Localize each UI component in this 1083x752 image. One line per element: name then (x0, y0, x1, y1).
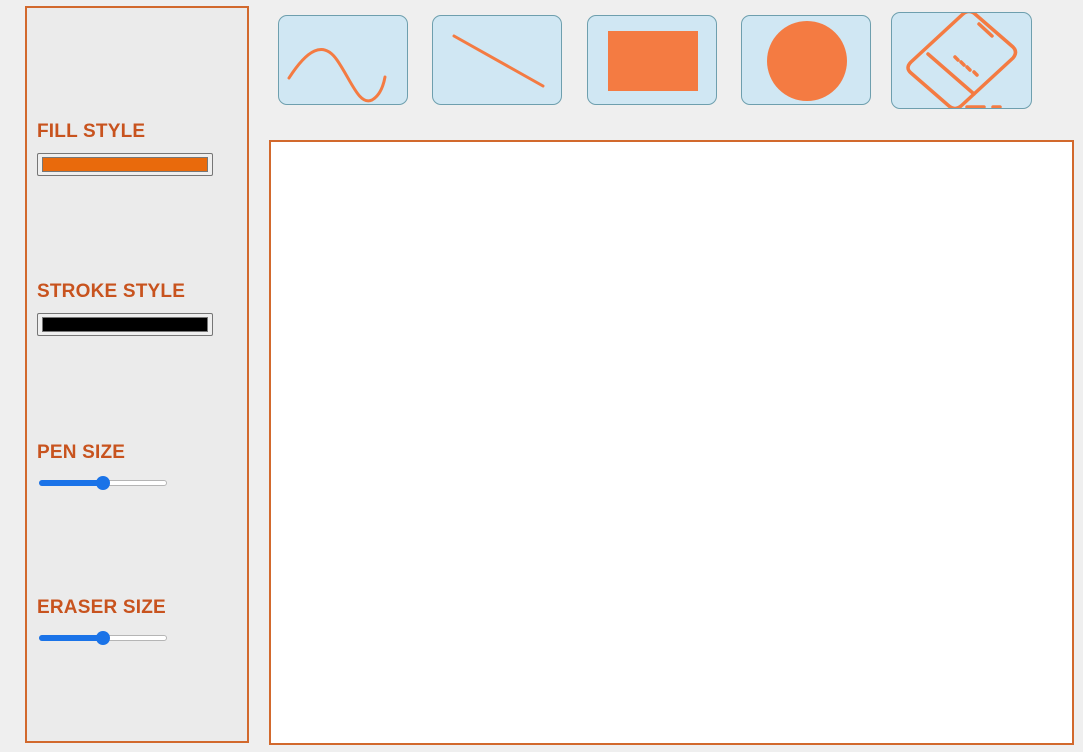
sidebar-controls: FILL STYLE STROKE STYLE PEN SIZE ERASER … (25, 6, 249, 743)
drawing-canvas[interactable] (269, 140, 1074, 745)
stroke-style-color-input[interactable] (37, 313, 213, 336)
pen-size-slider-thumb[interactable] (96, 476, 110, 490)
fill-style-label: FILL STYLE (37, 121, 146, 142)
wave-curve-icon (287, 48, 387, 103)
pen-size-slider-fill (39, 480, 103, 486)
fill-style-color-input[interactable] (37, 153, 213, 176)
filled-rectangle-icon (608, 31, 698, 91)
stroke-style-swatch (42, 317, 208, 332)
freehand-tool-button[interactable] (278, 15, 408, 105)
fill-style-swatch (42, 157, 208, 172)
eraser-size-slider-fill (39, 635, 103, 641)
eraser-size-slider[interactable] (39, 630, 167, 646)
line-tool-button[interactable] (432, 15, 562, 105)
pen-size-label: PEN SIZE (37, 442, 126, 463)
eraser-tool-button[interactable] (891, 12, 1032, 109)
stroke-style-label: STROKE STYLE (37, 281, 186, 302)
diagonal-line-icon (452, 34, 545, 88)
eraser-size-label: ERASER SIZE (37, 597, 166, 618)
filled-circle-icon (767, 21, 847, 101)
circle-tool-button[interactable] (741, 15, 871, 105)
rectangle-tool-button[interactable] (587, 15, 717, 105)
eraser-size-slider-thumb[interactable] (96, 631, 110, 645)
eraser-icon (906, 13, 1018, 108)
pen-size-slider[interactable] (39, 475, 167, 491)
